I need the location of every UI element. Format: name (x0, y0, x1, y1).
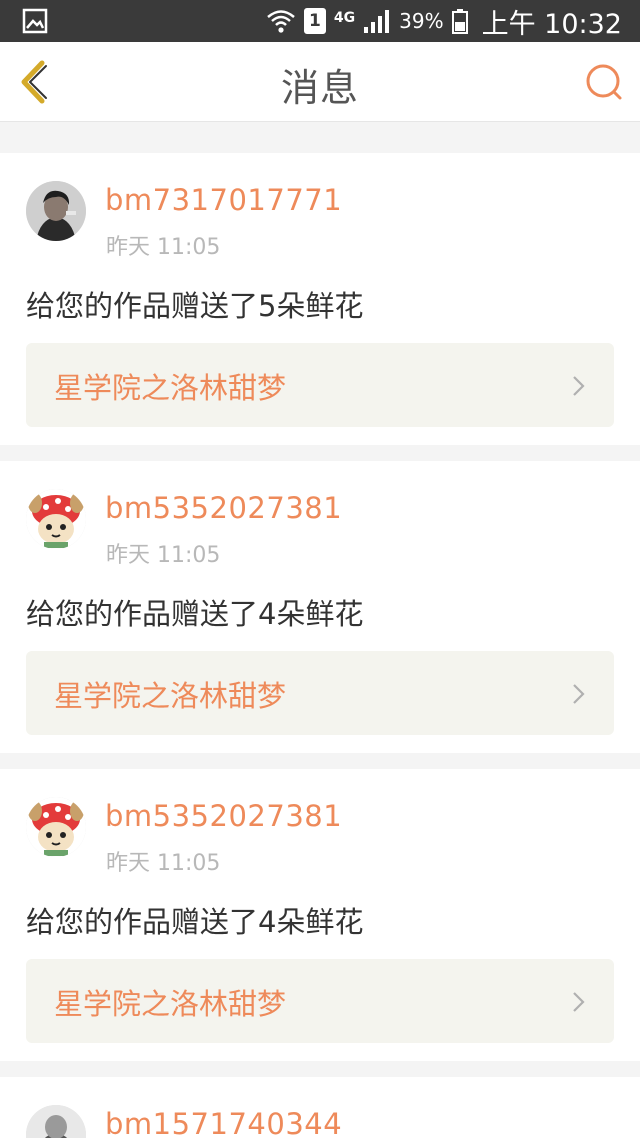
network-type: 4G (333, 9, 356, 26)
avatar-cartoon (26, 797, 86, 857)
username[interactable]: bm1571740344 (105, 1107, 342, 1138)
work-link[interactable]: 星学院之洛林甜梦 (26, 959, 614, 1043)
work-title: 星学院之洛林甜梦 (54, 679, 287, 713)
timestamp: 昨天 11:05 (106, 851, 221, 876)
clock: 上午 10:32 (481, 8, 622, 40)
message-card: bm7317017771 昨天 11:05 给您的作品赠送了5朵鲜花 星学院之洛… (0, 153, 640, 445)
timestamp: 昨天 11:05 (106, 543, 221, 568)
sim-badge: 1 (303, 8, 326, 34)
gallery-notification-icon (22, 8, 48, 34)
message-text: 给您的作品赠送了5朵鲜花 (26, 289, 364, 323)
work-link[interactable]: 星学院之洛林甜梦 (26, 343, 614, 427)
message-text: 给您的作品赠送了4朵鲜花 (26, 905, 364, 939)
username[interactable]: bm5352027381 (105, 799, 342, 833)
battery-icon (451, 9, 468, 34)
work-link[interactable]: 星学院之洛林甜梦 (26, 651, 614, 735)
signal-icon (364, 10, 390, 33)
top-nav: 消息 (0, 42, 640, 122)
chevron-right-icon (573, 684, 585, 704)
avatar-photo (26, 1105, 86, 1138)
battery-percent: 39% (399, 9, 444, 33)
status-bar: 1 4G 39% 上午 10:32 (0, 0, 640, 42)
message-card: bm5352027381 昨天 11:05 给您的作品赠送了4朵鲜花 星学院之洛… (0, 461, 640, 753)
wifi-icon (267, 10, 295, 33)
chevron-right-icon (573, 992, 585, 1012)
search-icon (586, 64, 622, 100)
status-right: 1 4G 39% 上午 10:32 (266, 2, 622, 41)
message-list: bm7317017771 昨天 11:05 给您的作品赠送了5朵鲜花 星学院之洛… (0, 137, 640, 1138)
timestamp: 昨天 11:05 (106, 235, 221, 260)
chevron-right-icon (573, 376, 585, 396)
work-title: 星学院之洛林甜梦 (54, 987, 287, 1021)
work-title: 星学院之洛林甜梦 (54, 371, 287, 405)
message-text: 给您的作品赠送了4朵鲜花 (26, 597, 364, 631)
message-card: bm5352027381 昨天 11:05 给您的作品赠送了4朵鲜花 星学院之洛… (0, 769, 640, 1061)
avatar[interactable] (26, 181, 86, 241)
avatar-cartoon (26, 489, 86, 549)
page-title: 消息 (280, 66, 359, 110)
message-card: bm1571740344 (0, 1077, 640, 1138)
avatar[interactable] (26, 797, 86, 857)
status-left (22, 8, 48, 34)
avatar[interactable] (26, 1105, 86, 1138)
avatar-photo (26, 181, 86, 241)
username[interactable]: bm5352027381 (105, 491, 342, 525)
search-button[interactable] (584, 62, 624, 102)
username[interactable]: bm7317017771 (105, 183, 342, 217)
avatar[interactable] (26, 489, 86, 549)
